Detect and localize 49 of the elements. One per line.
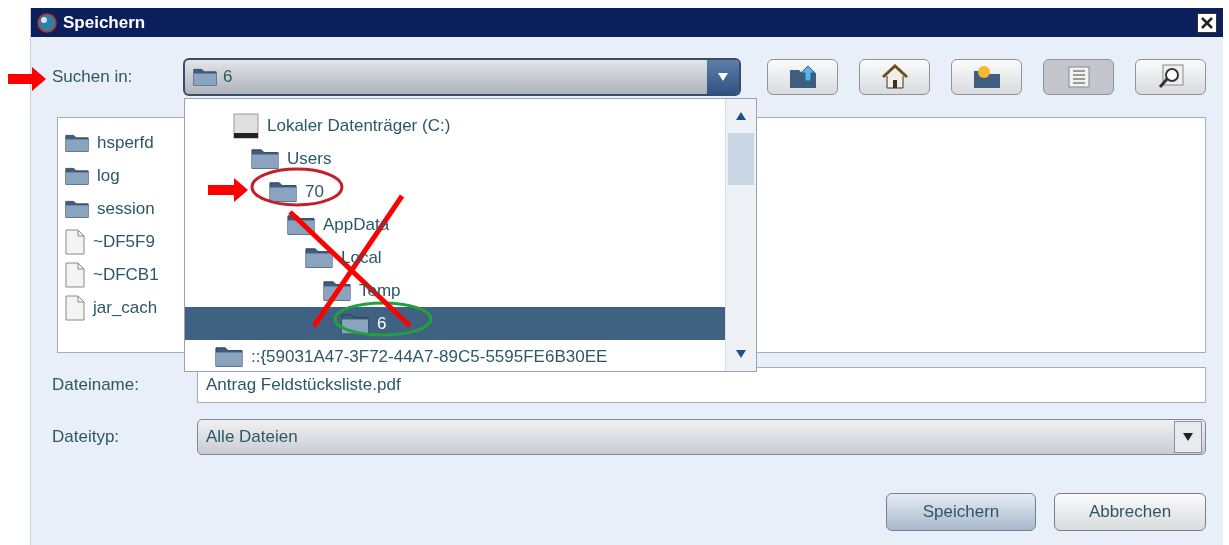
cancel-button[interactable]: Abbrechen [1054, 493, 1206, 531]
folder-icon [65, 165, 89, 186]
new-folder-icon [971, 64, 1002, 90]
file-list-item[interactable]: log [97, 165, 120, 186]
home-icon [880, 64, 909, 90]
close-icon [1201, 16, 1213, 29]
file-list-item[interactable]: session [97, 198, 155, 219]
dropdown-caret-icon [1182, 432, 1194, 442]
folder-icon [305, 246, 333, 269]
file-type-label: Dateityp: [52, 427, 121, 447]
file-name-label: Dateiname: [52, 375, 140, 395]
look-in-dropdown[interactable]: 6 [183, 58, 741, 96]
folder-up-icon [787, 64, 818, 90]
toolbar-button[interactable] [951, 59, 1022, 95]
dropdown-caret-icon [717, 72, 729, 82]
scroll-up-icon [735, 111, 747, 121]
file-list-item[interactable]: ~DFCB1 [93, 264, 159, 285]
file-type-dropdown[interactable]: Alle Dateien [197, 419, 1206, 455]
list-view-icon [1067, 66, 1090, 88]
file-icon [65, 228, 85, 255]
tree-row[interactable]: Lokaler Datenträger (C:) [185, 109, 725, 142]
folder-icon [65, 198, 89, 219]
file-icon [65, 261, 85, 288]
drive-icon [233, 112, 259, 139]
folder-icon [215, 345, 243, 368]
save-button[interactable]: Speichern [886, 493, 1036, 531]
tree-row[interactable]: 70 [185, 175, 725, 208]
tree-row[interactable]: Users [185, 142, 725, 175]
folder-icon [269, 180, 297, 203]
file-list-item[interactable]: jar_cach [93, 297, 158, 318]
tree-row[interactable]: 6 [185, 307, 725, 340]
folder-icon [65, 132, 89, 153]
scroll-thumb[interactable] [728, 133, 754, 185]
scroll-down-icon [735, 349, 747, 359]
toolbar-button[interactable] [767, 59, 838, 95]
file-list-item[interactable]: ~DF5F9 [93, 231, 155, 252]
folder-icon [193, 67, 217, 87]
app-globe-icon [37, 12, 57, 33]
look-in-label: Suchen in: [52, 67, 134, 87]
details-view-icon [1157, 64, 1184, 90]
toolbar-button[interactable] [1135, 59, 1206, 95]
window-title: Speichern [63, 12, 147, 33]
close-button[interactable] [1197, 12, 1217, 33]
file-name-field[interactable]: Antrag Feldstücksliste.pdf [197, 367, 1206, 403]
folder-icon [251, 147, 279, 170]
scrollbar[interactable] [725, 99, 756, 371]
file-icon [65, 294, 85, 321]
file-list-item[interactable]: hsperfd [97, 132, 154, 153]
toolbar-button[interactable] [859, 59, 930, 95]
